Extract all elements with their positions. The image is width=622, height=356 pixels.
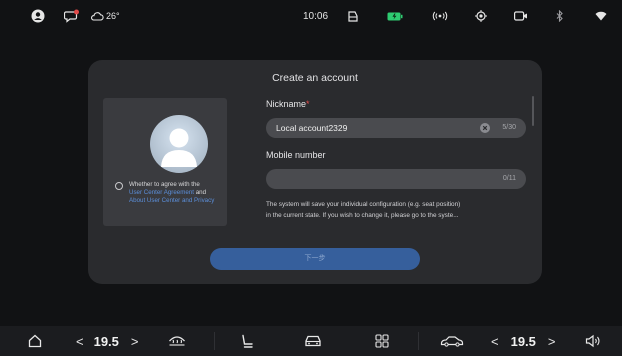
left-temp-decrease-button[interactable]: <: [76, 334, 84, 349]
wifi-icon: [595, 8, 607, 24]
agree-prefix: Whether to agree with the: [129, 181, 200, 188]
privacy-link[interactable]: About User Center and Privacy: [129, 197, 214, 204]
trunk-icon: [347, 8, 359, 24]
car-side-icon[interactable]: [440, 326, 464, 356]
mobile-number-field[interactable]: 0/11: [266, 169, 526, 189]
clear-icon[interactable]: [480, 123, 490, 133]
config-notice: The system will save your individual con…: [266, 199, 528, 221]
defrost-icon[interactable]: [168, 326, 186, 356]
weather: 26°: [90, 8, 120, 24]
create-account-dialog: Create an account Whether to agree with …: [88, 60, 542, 284]
right-temp-decrease-button[interactable]: <: [491, 334, 499, 349]
clock: 10:06: [303, 8, 328, 24]
user-center-agreement-link[interactable]: User Center Agreement: [129, 189, 194, 196]
agree-radio[interactable]: [115, 182, 123, 190]
left-temp-increase-button[interactable]: >: [131, 334, 139, 349]
weather-temp: 26°: [106, 11, 120, 21]
nickname-label-text: Nickname: [266, 99, 307, 109]
next-button[interactable]: 下一步: [210, 248, 420, 270]
message-badge-icon[interactable]: [64, 8, 80, 24]
home-icon[interactable]: [28, 326, 42, 356]
nickname-value: Local account2329: [276, 123, 348, 133]
avatar-person-icon: [161, 128, 197, 167]
cloud-icon: [91, 12, 104, 21]
mobile-label: Mobile number: [266, 150, 326, 160]
left-temp-value: 19.5: [93, 333, 119, 349]
required-mark: *: [306, 99, 310, 109]
hotspot-icon: [431, 8, 449, 24]
left-temp-group: < 19.5 >: [76, 326, 139, 356]
camera-icon: [514, 8, 528, 24]
apps-icon[interactable]: [375, 326, 389, 356]
agree-and: and: [194, 189, 207, 197]
nickname-label: Nickname*: [266, 99, 310, 109]
right-temp-value: 19.5: [510, 333, 536, 349]
user-icon[interactable]: [31, 8, 45, 24]
avatar[interactable]: [150, 115, 208, 173]
nickname-field[interactable]: Local account2329 5/30: [266, 118, 526, 138]
scrollbar[interactable]: [532, 96, 534, 126]
battery-icon: [387, 8, 403, 24]
car-icon[interactable]: [304, 326, 322, 356]
time-text: 10:06: [303, 10, 329, 22]
notice-line-1: The system will save your individual con…: [266, 201, 461, 208]
mobile-counter: 0/11: [502, 175, 516, 182]
nickname-counter: 5/30: [502, 124, 516, 131]
dock-divider: [418, 332, 419, 350]
right-temp-group: < 19.5 >: [491, 326, 556, 356]
bottom-dock: < 19.5 > < 19.5 >: [0, 326, 622, 356]
bluetooth-icon: [555, 8, 565, 24]
location-icon: [475, 8, 487, 24]
notice-line-2: in the current state. If you wish to cha…: [266, 212, 459, 219]
seat-icon[interactable]: [240, 326, 254, 356]
profile-panel: Whether to agree with the User Center Ag…: [103, 98, 227, 226]
right-temp-increase-button[interactable]: >: [548, 334, 556, 349]
dock-divider: [214, 332, 215, 350]
status-bar: 26° 10:06: [0, 0, 622, 36]
volume-icon[interactable]: [585, 326, 601, 356]
dialog-title: Create an account: [272, 72, 358, 84]
